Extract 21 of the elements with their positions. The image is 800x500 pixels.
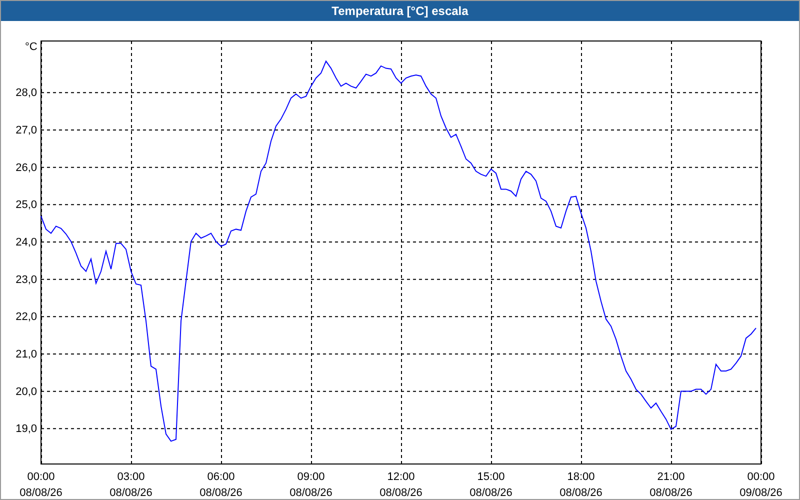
x-tick-label: 00:00 09/08/26 xyxy=(740,471,782,499)
x-tick-label: 00:00 08/08/26 xyxy=(20,471,62,499)
x-tick-label: 06:00 08/08/26 xyxy=(200,471,242,499)
y-axis-unit: °C xyxy=(25,41,38,53)
window-title: Temperatura [°C] escala xyxy=(1,1,799,21)
x-tick-label: 21:00 08/08/26 xyxy=(650,471,692,499)
x-tick-label: 09:00 08/08/26 xyxy=(290,471,332,499)
x-tick-label: 15:00 08/08/26 xyxy=(470,471,512,499)
y-tick-label: 24,0 xyxy=(16,236,37,248)
y-tick-label: 19,0 xyxy=(16,423,37,436)
x-tick-label: 12:00 08/08/26 xyxy=(380,471,422,499)
x-tick-label: 03:00 08/08/26 xyxy=(110,471,152,499)
y-tick-label: 26,0 xyxy=(16,162,37,174)
y-tick-label: 25,0 xyxy=(16,199,37,212)
y-tick-label: 20,0 xyxy=(16,386,37,398)
y-tick-label: 28,0 xyxy=(16,87,37,100)
y-tick-label: 21,0 xyxy=(16,348,37,360)
y-tick-label: 23,0 xyxy=(16,274,37,286)
y-tick-label: 22,0 xyxy=(16,311,37,324)
y-tick-label: 27,0 xyxy=(16,124,37,136)
x-tick-label: 18:00 08/08/26 xyxy=(560,471,602,499)
